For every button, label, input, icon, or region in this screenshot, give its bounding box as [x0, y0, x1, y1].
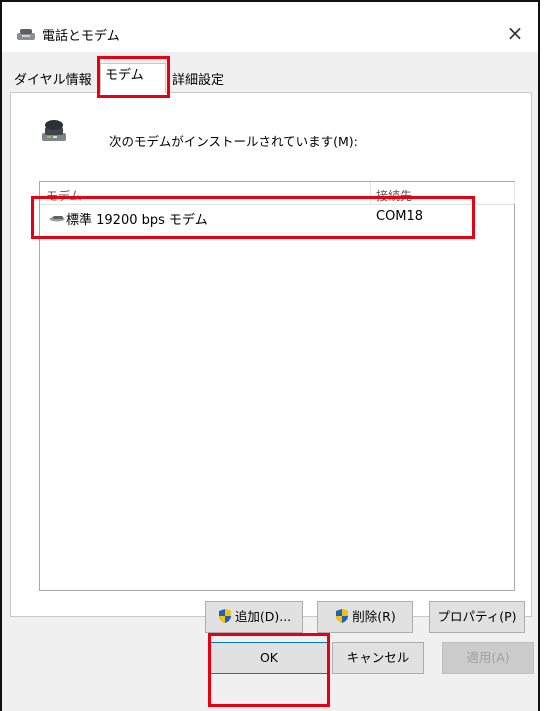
tab-bar: ダイヤル情報 モデム 詳細設定	[10, 59, 530, 93]
remove-button[interactable]: 削除(R)	[317, 601, 413, 633]
add-button[interactable]: 追加(D)...	[205, 601, 303, 633]
installed-modems-label: 次のモデムがインストールされています(M):	[109, 134, 358, 149]
tab-advanced[interactable]: 詳細設定	[168, 69, 228, 93]
list-header: モデム 接続先	[40, 182, 515, 205]
modem-icon	[42, 120, 66, 141]
column-divider[interactable]	[370, 182, 371, 204]
close-icon: ×	[506, 21, 524, 45]
add-button-label: 追加(D)...	[234, 609, 292, 624]
close-button[interactable]: ×	[492, 16, 538, 50]
uac-shield-icon	[336, 609, 349, 623]
title-bar: 電話とモデム ×	[2, 2, 538, 52]
ok-button[interactable]: OK	[210, 642, 328, 674]
remove-button-label: 削除(R)	[352, 609, 396, 624]
apply-button[interactable]: 適用(A)	[442, 642, 534, 674]
column-divider[interactable]	[514, 182, 515, 204]
modems-tab-panel: 次のモデムがインストールされています(M): モデム 接続先 標準 19200 …	[10, 92, 532, 633]
modem-list[interactable]: モデム 接続先 標準 19200 bps モデム COM18	[39, 181, 515, 591]
column-header-port[interactable]: 接続先	[376, 187, 412, 204]
cancel-button[interactable]: キャンセル	[332, 642, 424, 674]
modem-small-icon	[49, 216, 65, 222]
modem-name-cell: 標準 19200 bps モデム	[66, 213, 208, 228]
uac-shield-icon	[218, 609, 231, 623]
tab-dialing-rules[interactable]: ダイヤル情報	[10, 69, 96, 93]
phone-modem-dialog: 電話とモデム × ダイヤル情報 モデム 詳細設定 次のモデムがインストールされて…	[0, 0, 540, 711]
window-title: 電話とモデム	[42, 29, 120, 44]
tab-modems[interactable]: モデム	[100, 63, 166, 93]
table-row[interactable]: 標準 19200 bps モデム COM18	[42, 206, 512, 228]
column-header-modem[interactable]: モデム	[46, 187, 82, 204]
properties-button[interactable]: プロパティ(P)	[429, 601, 525, 633]
telephone-modem-icon	[17, 29, 35, 40]
modem-port-cell: COM18	[376, 209, 424, 224]
